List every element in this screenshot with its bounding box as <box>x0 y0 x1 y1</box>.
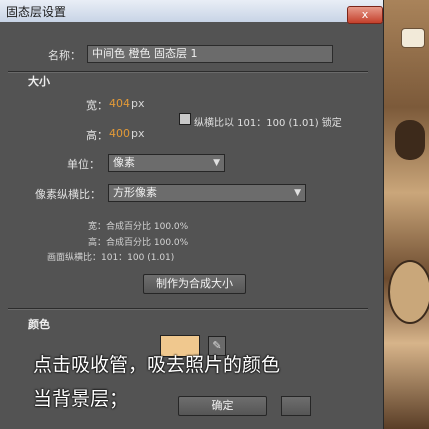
info-width: 宽：合成百分比 100.0% <box>88 222 189 232</box>
pixel-aspect-label: 像素纵横比： <box>35 188 101 201</box>
units-select[interactable]: 像素 ▼ <box>108 154 225 172</box>
height-label: 高： <box>86 129 108 142</box>
units-value: 像素 <box>113 156 135 169</box>
lock-aspect-label: 纵横比以 101：100 (1.01) 锁定 <box>194 118 342 129</box>
caption-line-1: 点击吸收管，吸去照片的颜色 <box>33 354 281 376</box>
ok-button[interactable]: 确定 <box>178 396 267 416</box>
info-aspect: 画面纵横比：101：100 (1.01) <box>47 253 175 263</box>
caption-line-2: 当背景层； <box>33 388 129 410</box>
cancel-button[interactable] <box>281 396 311 416</box>
chevron-down-icon: ▼ <box>213 158 220 168</box>
close-button[interactable]: x <box>347 6 383 24</box>
photo-fan <box>388 260 429 324</box>
size-divider <box>8 71 368 73</box>
background-photo <box>383 0 429 429</box>
color-divider <box>8 308 368 310</box>
close-icon: x <box>361 8 369 21</box>
color-section-label: 颜色 <box>28 318 50 331</box>
height-unit: px <box>131 127 145 140</box>
pixel-aspect-select[interactable]: 方形像素 ▼ <box>108 184 306 202</box>
info-height: 高：合成百分比 100.0% <box>88 238 189 248</box>
size-section-label: 大小 <box>28 75 50 88</box>
name-label: 名称： <box>48 49 81 62</box>
photo-outlet <box>401 28 425 48</box>
units-label: 单位： <box>67 158 100 171</box>
name-input[interactable]: 中间色 橙色 固态层 1 <box>87 45 333 63</box>
width-value[interactable]: 404 <box>109 97 130 110</box>
chevron-down-icon: ▼ <box>294 188 301 198</box>
width-unit: px <box>131 97 145 110</box>
width-label: 宽： <box>86 99 108 112</box>
lock-aspect-checkbox[interactable] <box>179 113 191 125</box>
make-comp-size-button[interactable]: 制作为合成大小 <box>143 274 246 294</box>
photo-socket <box>395 120 425 160</box>
title-bar: 固态层设置 <box>0 0 383 22</box>
dialog-title: 固态层设置 <box>6 4 67 19</box>
pixel-aspect-value: 方形像素 <box>113 186 157 199</box>
height-value[interactable]: 400 <box>109 127 130 140</box>
